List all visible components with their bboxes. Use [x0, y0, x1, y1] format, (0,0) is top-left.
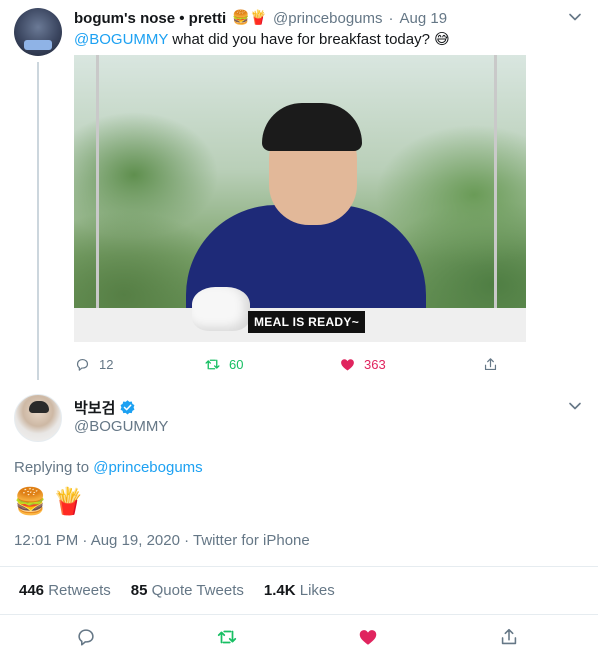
retweet-icon[interactable]	[216, 626, 238, 648]
avatar[interactable]	[14, 394, 62, 442]
name-emojis: 🍔🍟	[232, 10, 268, 26]
replying-to-link[interactable]: @princebogums	[93, 459, 202, 476]
chevron-down-icon[interactable]	[568, 10, 582, 24]
tweet-timestamp-source[interactable]: 12:01 PM · Aug 19, 2020 · Twitter for iP…	[14, 532, 310, 549]
retweet-icon	[205, 359, 220, 369]
replying-to: Replying to @princebogums	[14, 459, 203, 476]
tweet-date[interactable]: Aug 19	[400, 10, 448, 27]
window-frame	[96, 55, 99, 342]
thread-connector-line	[37, 62, 39, 380]
reply-action[interactable]: 12	[74, 355, 113, 373]
display-name[interactable]: 박보검	[74, 397, 115, 418]
media-caption: MEAL IS READY~	[248, 311, 365, 333]
divider	[0, 566, 598, 567]
retweets-count: 446	[19, 582, 45, 599]
like-icon	[341, 358, 354, 371]
tweet-media-gif[interactable]: MEAL IS READY~	[74, 55, 526, 342]
verified-badge-icon	[120, 400, 135, 415]
like-action[interactable]: 363	[339, 355, 386, 373]
display-name[interactable]: bogum's nose • pretti	[74, 10, 226, 27]
like-count: 363	[364, 356, 386, 372]
tweet-body: what did you have for breakfast today? 😅	[168, 31, 450, 48]
mention-link[interactable]: @BOGUMMY	[74, 31, 168, 48]
engagement-stats: 446 Retweets 85 Quote Tweets 1.4K Likes	[19, 582, 335, 599]
share-icon	[484, 357, 497, 370]
reply-icon[interactable]	[75, 626, 97, 648]
reply-icon	[76, 358, 89, 371]
quote-tweets-stat[interactable]: 85 Quote Tweets	[131, 582, 244, 599]
share-action[interactable]	[482, 355, 499, 373]
tweet-text: @BOGUMMY what did you have for breakfast…	[74, 30, 450, 48]
user-handle[interactable]: @BOGUMMY	[74, 418, 168, 435]
retweet-count: 60	[229, 356, 244, 372]
reply-count: 12	[99, 356, 114, 372]
user-handle[interactable]: @princebogums	[273, 10, 382, 27]
fries-emoji: 🍟	[52, 487, 85, 517]
chevron-down-icon[interactable]	[568, 399, 582, 413]
share-icon[interactable]	[498, 626, 520, 648]
retweets-stat[interactable]: 446 Retweets	[19, 582, 111, 599]
likes-label: Likes	[299, 582, 335, 599]
tweet-header: bogum's nose • pretti 🍔🍟 @princebogums ·…	[74, 8, 447, 28]
retweets-label: Retweets	[48, 582, 111, 599]
divider	[0, 614, 598, 615]
likes-stat[interactable]: 1.4K Likes	[264, 582, 335, 599]
replying-prefix: Replying to	[14, 459, 94, 476]
quote-label: Quote Tweets	[151, 582, 244, 599]
avatar[interactable]	[14, 8, 62, 56]
burger-emoji: 🍔	[14, 487, 47, 517]
display-name-row: 박보검	[74, 397, 136, 418]
separator: ·	[388, 9, 394, 27]
likes-count: 1.4K	[263, 582, 296, 599]
like-icon[interactable]	[357, 626, 379, 648]
teapot	[192, 287, 250, 331]
quote-count: 85	[130, 582, 148, 599]
window-frame	[494, 55, 497, 342]
tweet-text: 🍔 🍟	[14, 486, 85, 518]
retweet-action[interactable]: 60	[204, 355, 243, 373]
